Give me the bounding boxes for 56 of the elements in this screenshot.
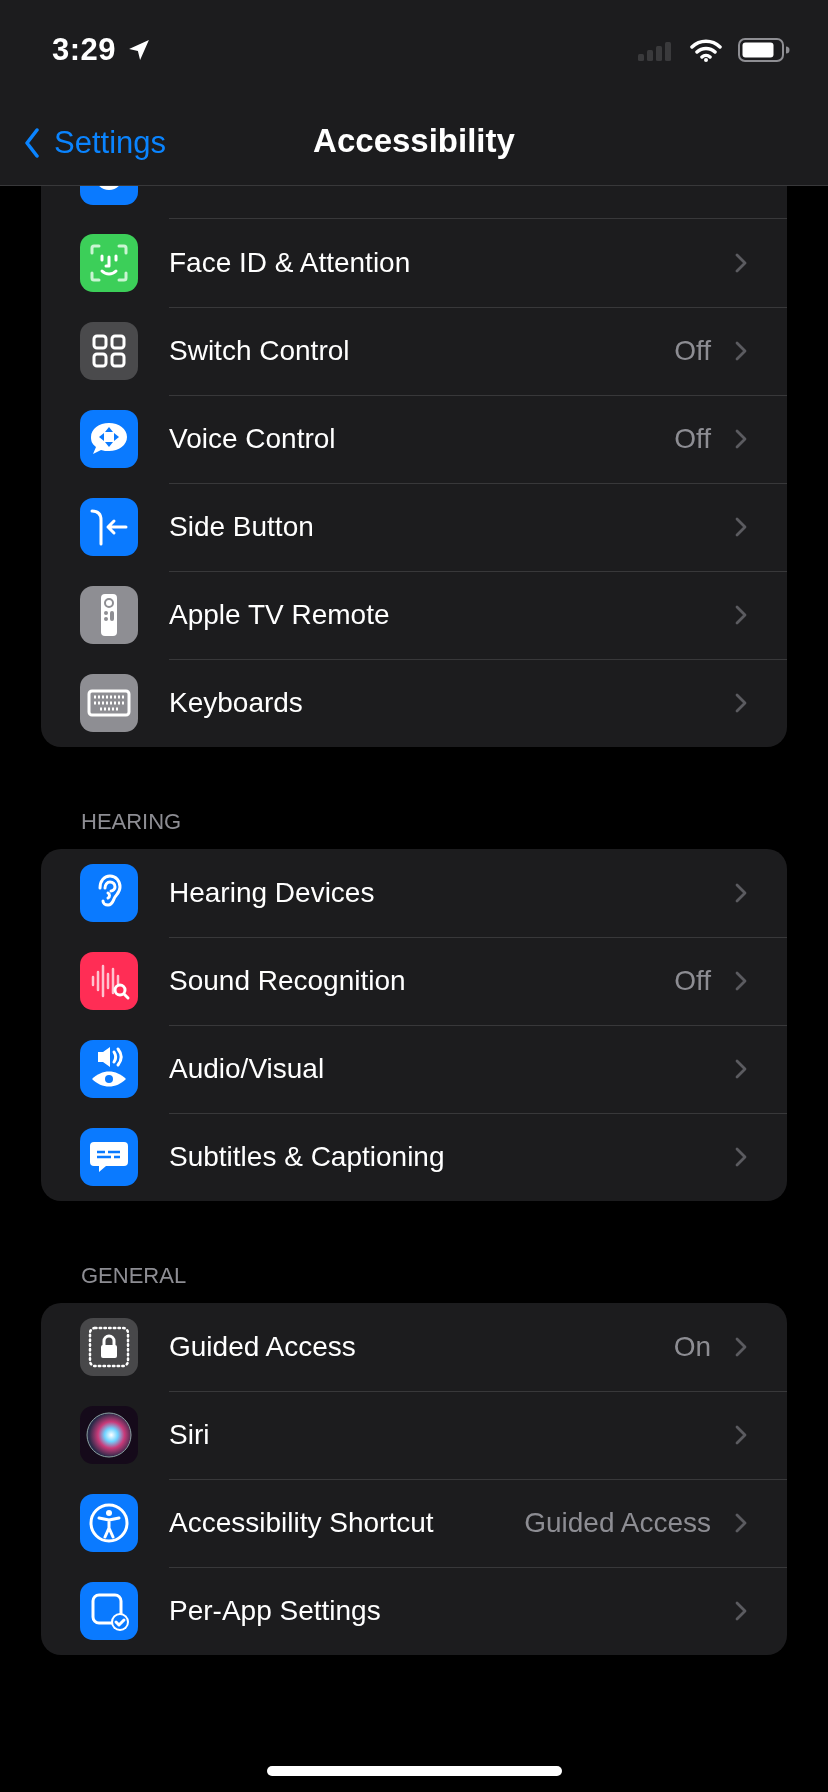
page-title: Accessibility (313, 122, 515, 160)
row-label[interactable]: Face ID & Attention (169, 246, 725, 279)
back-button[interactable]: Settings (0, 124, 170, 161)
chevron-right-icon (735, 1336, 747, 1357)
row-value: On (673, 1330, 711, 1363)
chevron-left-icon (24, 127, 40, 158)
row-value: Off (674, 422, 711, 455)
chevron-right-icon (735, 340, 747, 361)
row-label[interactable]: Switch Control (169, 334, 665, 367)
row-label[interactable]: Audio/Visual (169, 1052, 725, 1085)
section-header: GENERAL (80, 1262, 188, 1290)
face-icon (80, 234, 138, 292)
row-label[interactable]: Siri (169, 1418, 725, 1451)
chevron-right-icon (735, 882, 747, 903)
row-value: Guided Access (524, 1506, 711, 1539)
chevron-right-icon (735, 428, 747, 449)
ear-icon (80, 864, 138, 922)
chevron-right-icon (735, 1424, 747, 1445)
chevron-right-icon (735, 970, 747, 991)
waveform-icon (80, 952, 138, 1010)
row-label[interactable]: Keyboards (169, 687, 725, 719)
row-label[interactable]: Hearing Devices (169, 876, 725, 909)
signal-icon (638, 39, 674, 61)
speech-bubble-icon (80, 410, 138, 468)
section-header: HEARING (80, 808, 183, 836)
row-label[interactable]: Subtitles & Captioning (169, 1141, 725, 1173)
grid-icon (80, 322, 138, 380)
clock-time: 3:29 (52, 32, 117, 68)
chevron-right-icon (735, 252, 747, 273)
accessibility-icon (80, 1494, 138, 1552)
lock-icon (80, 1318, 138, 1376)
row-label[interactable]: Per-App Settings (169, 1595, 725, 1627)
chevron-right-icon (735, 1147, 747, 1167)
row-label[interactable]: Voice Control (169, 422, 665, 455)
chevron-right-icon (735, 1058, 747, 1079)
caption-bubble-icon (80, 1128, 138, 1186)
speaker-eye-icon (80, 1040, 138, 1098)
row-label[interactable]: Guided Access (169, 1330, 664, 1363)
wifi-icon (690, 38, 722, 62)
row-label[interactable]: Accessibility Shortcut (169, 1506, 515, 1539)
battery-icon (738, 38, 790, 62)
row-value: Off (674, 334, 711, 367)
chevron-right-icon (735, 516, 747, 537)
row-label[interactable]: Apple TV Remote (169, 598, 725, 631)
orb-icon (80, 1406, 138, 1464)
keyboard-icon (80, 674, 138, 732)
chevron-right-icon (735, 1512, 747, 1533)
square-check-icon (80, 1582, 138, 1640)
location-arrow-icon (128, 39, 151, 61)
chevron-right-icon (735, 604, 747, 625)
chevron-right-icon (735, 693, 747, 713)
row-value: Off (674, 964, 711, 997)
remote-icon (80, 586, 138, 644)
row-label[interactable]: Side Button (169, 510, 725, 543)
chevron-right-icon (735, 1601, 747, 1621)
row-label[interactable]: Sound Recognition (169, 964, 665, 997)
